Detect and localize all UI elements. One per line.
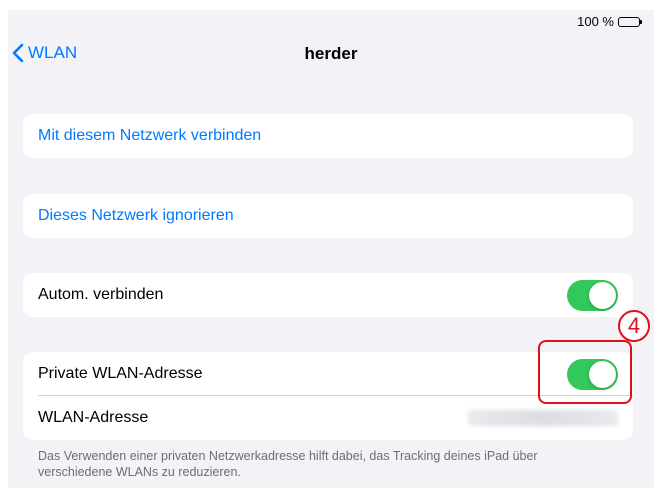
- battery-full-icon: [618, 16, 642, 27]
- auto-join-row: Autom. verbinden: [23, 273, 633, 317]
- status-bar: 100 %: [577, 14, 642, 29]
- auto-join-toggle[interactable]: [567, 280, 618, 311]
- wlan-address-value-blurred: [468, 410, 618, 426]
- annotation-highlight-box: [538, 340, 632, 404]
- forget-card: Dieses Netzwerk ignorieren: [23, 194, 633, 238]
- page-title: herder: [304, 44, 358, 63]
- annotation-step-number: 4: [618, 310, 650, 342]
- auto-join-card: Autom. verbinden: [23, 273, 633, 317]
- connect-card: Mit diesem Netzwerk verbinden: [23, 114, 633, 158]
- private-address-footer: Das Verwenden einer privaten Netzwerkadr…: [38, 449, 538, 479]
- settings-screen: 100 % WLAN herder Mit diesem Netzwerk ve…: [8, 10, 654, 488]
- forget-network-button[interactable]: Dieses Netzwerk ignorieren: [23, 194, 633, 238]
- private-address-label: Private WLAN-Adresse: [38, 365, 203, 382]
- battery-percentage: 100 %: [577, 14, 614, 29]
- connect-network-button[interactable]: Mit diesem Netzwerk verbinden: [23, 114, 633, 158]
- wlan-address-label: WLAN-Adresse: [38, 409, 149, 426]
- auto-join-label: Autom. verbinden: [38, 286, 164, 303]
